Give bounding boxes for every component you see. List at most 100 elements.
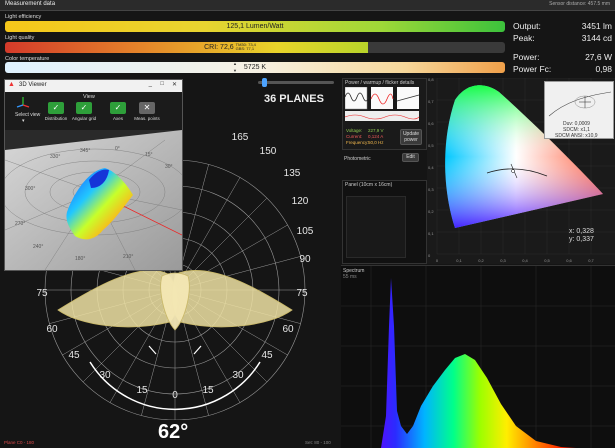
polar-tick-label: 60	[282, 324, 294, 335]
cie-y-value: y: 0,337	[569, 236, 594, 243]
powerfc-value: 0,98	[595, 64, 612, 74]
cie-x-tick: 0,1	[456, 258, 462, 263]
maximize-icon[interactable]: □	[160, 81, 164, 87]
cie-y-tick: 0,1	[428, 231, 434, 236]
light-quality-bar: CRI: 72,6 TM30: 73,4 GBS: 77,1	[5, 42, 505, 53]
viewer3d-angle-label: 330°	[50, 154, 60, 160]
view-group-label: View	[83, 94, 95, 100]
spectrum-panel: Spectrum 55 ms	[341, 265, 615, 448]
distribution-left-lobe	[57, 270, 178, 328]
powerfc-label: Power Fc:	[513, 64, 552, 74]
viewer-button-angular-grid[interactable]: ✓ Angular grid	[70, 102, 98, 128]
frequency-label: Frequency:	[346, 140, 369, 145]
cie-x-tick: 0,4	[522, 258, 528, 263]
footer-plane: Plane C0 - 180	[4, 440, 35, 445]
axes-icon: ✓	[110, 102, 126, 114]
color-temp-up-icon[interactable]: ▲	[233, 62, 237, 66]
viewer3d-angle-label: 240°	[33, 244, 43, 250]
viewer-button-meas-points[interactable]: ✕ Meas. points	[133, 102, 161, 128]
angular-grid-icon: ✓	[76, 102, 92, 114]
viewer3d-angle-label: 0°	[115, 146, 120, 152]
photometric-label: Photometric	[344, 156, 371, 162]
polar-tick-label: 0	[172, 390, 178, 401]
spectrum-curve	[381, 278, 576, 448]
polar-tick-label: 165	[232, 132, 249, 143]
meas-points-icon: ✕	[139, 102, 155, 114]
viewer-button-axes[interactable]: ✓ Axes	[104, 102, 132, 128]
viewer-button-label: Angular grid	[71, 116, 97, 121]
cie-zoom-plot	[548, 91, 612, 117]
minimize-icon[interactable]: _	[149, 81, 152, 87]
voltage-label: Voltage:	[346, 128, 363, 133]
chromaticity-point	[511, 169, 515, 173]
viewer-button-distribution[interactable]: ✓ Distribution	[42, 102, 70, 128]
waveform-graphs	[345, 87, 420, 121]
viewer3d-window: ▲ 3D Viewer _ □ ✕ Select view ▾ View ✓ Di…	[4, 79, 183, 271]
cie-x-tick: 0,7	[588, 258, 594, 263]
cie-y-tick: 0,8	[428, 78, 434, 82]
polar-tick-label: 75	[296, 288, 308, 299]
polar-tick-label: 105	[297, 226, 314, 237]
polar-tick-label: 75	[36, 288, 48, 299]
viewer3d-angle-label: 180°	[75, 256, 85, 262]
panel-size-label: Panel (10cm x 16cm)	[345, 182, 393, 188]
viewer3d-angle-label: 15°	[145, 152, 153, 158]
polar-tick-label: 150	[260, 146, 277, 157]
close-icon[interactable]: ✕	[172, 81, 177, 88]
frequency-value: 50,0 Hz	[368, 140, 384, 145]
gbs-value: GBS: 77,1	[235, 46, 255, 52]
cie-x-tick: 0,5	[544, 258, 550, 263]
title-bar: Measurement data Sensor distance: 457.5 …	[0, 0, 615, 11]
viewer3d-angle-label: 270°	[15, 221, 25, 227]
cie-zoom-inset: Duv: 0,0009 SDCM: x1,1 SDCM ANSI: x10,9	[544, 81, 614, 139]
polar-tick-label: 15	[136, 385, 148, 396]
viewer3d-title: 3D Viewer	[19, 82, 47, 88]
cie-y-tick: 0,2	[428, 209, 434, 214]
light-quality-value: CRI: 72,6 TM30: 73,4 GBS: 77,1	[5, 42, 505, 53]
current-value: 0,124 A	[368, 134, 384, 139]
color-temp-down-icon[interactable]: ▼	[233, 68, 237, 73]
power-panel-title: Power / warmup / flicker details	[345, 80, 415, 86]
select-view-dropdown-icon[interactable]: ▾	[22, 118, 25, 124]
light-quality-label: Light quality	[5, 35, 35, 41]
viewer3d-toolbar: Select view ▾ View ✓ Distribution ✓ Angular…	[5, 92, 182, 130]
light-efficiency-value: 125,1 Lumen/Watt	[226, 23, 284, 30]
panel-preview: Panel (10cm x 16cm)	[342, 180, 427, 264]
update-power-button[interactable]: Update power	[400, 129, 422, 145]
current-label: Current:	[346, 134, 363, 139]
planes-slider[interactable]	[258, 78, 334, 87]
viewer3d-canvas[interactable]: 330° 345° 0° 15° 30° 300° 270° 240° 180° 210°	[5, 130, 182, 270]
viewer3d-angle-label: 345°	[80, 148, 90, 154]
viewer3d-titlebar: ▲ 3D Viewer _ □ ✕	[5, 80, 182, 92]
angle-readout: 62°	[158, 421, 189, 443]
angle-marker-left	[148, 345, 157, 355]
color-temp-bar: 5725 K ▲ ▼	[5, 62, 505, 73]
peak-value: 3144 cd	[581, 33, 612, 43]
polar-tick-label: 15	[202, 385, 214, 396]
photometric-edit-button[interactable]: Edit	[402, 153, 419, 162]
polar-tick-label: 45	[261, 350, 273, 361]
light-efficiency-bar: 125,1 Lumen/Watt	[5, 21, 505, 32]
output-label: Output:	[513, 21, 541, 31]
cie-x-tick: 0,3	[500, 258, 506, 263]
viewer-button-label: Axes	[112, 116, 123, 121]
cie-y-tick: 0,3	[428, 187, 434, 192]
sdcm-ansi-value: SDCM ANSI: x10,9	[555, 133, 598, 139]
planes-slider-handle[interactable]	[261, 78, 267, 87]
sensor-distance: Sensor distance: 457.5 mm	[549, 1, 610, 7]
power-value: 27,6 W	[585, 52, 612, 62]
window-title: Measurement data	[5, 1, 56, 7]
cie-y-tick: 0,5	[428, 143, 434, 148]
viewer3d-logo-icon: ▲	[8, 81, 15, 88]
spectrum-chart	[341, 266, 615, 448]
output-value: 3451 lm	[581, 21, 612, 31]
polar-tick-label: 135	[284, 168, 301, 179]
polar-tick-label: 60	[46, 324, 58, 335]
cri-value: CRI: 72,6	[204, 44, 234, 51]
cie-y-tick: 0,7	[428, 99, 434, 104]
polar-tick-label: 90	[299, 254, 311, 265]
cie-x-tick: 0,6	[566, 258, 572, 263]
viewer-button-label: Meas. points	[134, 116, 160, 121]
light-efficiency-label: Light efficiency	[5, 14, 42, 20]
select-view-label[interactable]: Select view	[15, 112, 40, 118]
